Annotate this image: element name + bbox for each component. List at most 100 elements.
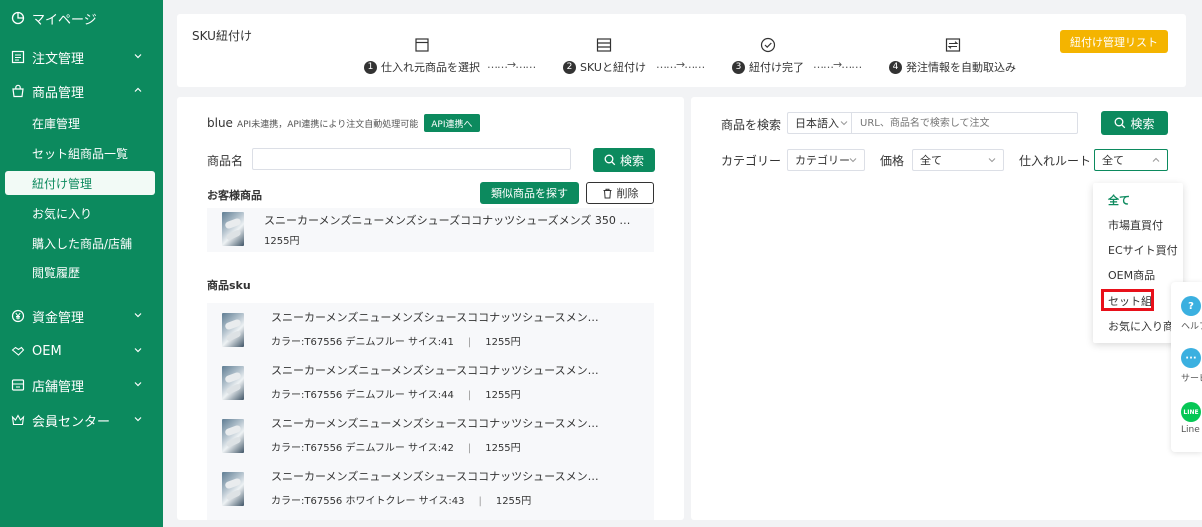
sku-spec-text: カラー:T67556 デニムフルー サイス:44 (271, 390, 454, 401)
left-search-button[interactable]: 検索 (593, 148, 655, 172)
sku-title: スニーカーメンズニューメンズシュースココナッツシュースメン… (271, 417, 599, 430)
sku-title: スニーカーメンズニューメンズシュースココナッツシュースメン… (271, 470, 599, 483)
sub-item-purchased[interactable]: 購入した商品/店舗 (5, 231, 155, 255)
line-tool[interactable]: LINE Line (1181, 402, 1202, 435)
chevron-down-icon (134, 382, 142, 387)
api-note: API未連携，API連携により注文自動処理可能 (236, 119, 419, 130)
api-connect-button[interactable]: API連携へ (424, 114, 480, 132)
customer-product-item[interactable]: スニーカーメンズニューメンズシューズココナッツシューズメンズ 350 … 125… (207, 208, 654, 252)
product-search-panel: 商品を検索 日本語入 検索 カテゴリー カテゴリー 価格 全て 仕入れルート 全… (691, 97, 1202, 520)
right-search-button[interactable]: 検索 (1101, 111, 1168, 135)
handshake-icon (10, 343, 26, 359)
window-icon (415, 38, 429, 52)
sku-spec-text: カラー:T67556 デニムフルー サイス:41 (271, 337, 454, 348)
step-label: 発注情報を自動取込み (906, 61, 1016, 74)
category-select[interactable]: カテゴリー (787, 149, 865, 171)
find-similar-button[interactable]: 類似商品を探す (480, 182, 579, 204)
route-value: 全て (1102, 154, 1124, 167)
delete-button[interactable]: 削除 (586, 182, 654, 204)
sub-item-favorites[interactable]: お気に入り (5, 201, 155, 225)
product-price: 1255円 (264, 236, 300, 247)
language-select[interactable]: 日本語入 (787, 112, 851, 134)
sidebar: マイページ 注文管理 商品管理 在庫管理 セット組商品一覧 紐付け管理 お気に入… (0, 0, 163, 527)
sku-row[interactable]: スニーカーメンズニューメンズシュースココナッツシュースメン… カラー:T6755… (207, 415, 654, 467)
nav-stores[interactable]: 店舗管理 (0, 371, 163, 399)
check-circle-icon (760, 37, 776, 53)
route-option-all[interactable]: 全て (1108, 192, 1130, 208)
help-tool[interactable]: ? ヘルプ (1181, 296, 1202, 332)
sub-item-stock[interactable]: 在庫管理 (5, 111, 155, 135)
steps-card: SKU紐付け 1 仕入れ元商品を選択 ……→…… 2 SKUと紐付け ……→…… 3… (177, 14, 1186, 87)
price-value: 全て (920, 154, 942, 167)
link-management-list-button[interactable]: 紐付け管理リスト (1060, 30, 1168, 53)
sku-row[interactable]: スニーカーメンズニューメンズシュースココナッツシュースメン… カラー:T6755… (207, 362, 654, 414)
sku-price: 1255円 (485, 337, 521, 348)
help-icon: ? (1181, 296, 1201, 316)
chevron-down-icon (134, 417, 142, 422)
route-option-ec[interactable]: ECサイト買付 (1108, 242, 1178, 258)
route-option-favorites[interactable]: お気に入り商 (1108, 318, 1174, 334)
sku-price: 1255円 (495, 496, 532, 507)
sku-row[interactable]: スニーカーメンズニューメンズシュースココナッツシュースメン… カラー:T6755… (207, 309, 654, 361)
sku-row[interactable]: スニーカーメンズニューメンズシュースココナッツシュースメン… カラー:T6755… (207, 468, 654, 520)
trash-icon (603, 188, 611, 198)
line-icon: LINE (1181, 402, 1201, 422)
nav-label: マイページ (32, 12, 97, 28)
store-name: blue (207, 116, 233, 130)
category-value: カテゴリー (795, 154, 850, 167)
route-option-oem[interactable]: OEM商品 (1108, 267, 1155, 283)
price-select[interactable]: 全て (912, 149, 1004, 171)
search-icon (1115, 117, 1126, 129)
sub-item-link-management[interactable]: 紐付け管理 (5, 171, 155, 195)
nav-label: 注文管理 (32, 51, 85, 67)
search-label: 検索 (619, 153, 644, 168)
sub-item-set-products[interactable]: セット組商品一覧 (5, 141, 155, 165)
sub-item-history[interactable]: 閲覧履歴 (5, 260, 155, 284)
sku-thumbnail (222, 313, 244, 347)
product-search-input[interactable] (851, 112, 1078, 134)
nav-oem[interactable]: OEM (0, 337, 163, 365)
crown-icon (10, 412, 26, 428)
highlight-box (1101, 289, 1154, 311)
floating-toolbar: ? ヘルプ ··· サービス LINE Line (1171, 282, 1202, 452)
nav-member-center[interactable]: 会員センター (0, 406, 163, 434)
step-2: 2 SKUと紐付け (563, 36, 646, 76)
chevron-down-icon (849, 158, 857, 163)
language-value: 日本語入 (795, 117, 839, 130)
search-icon (604, 154, 616, 166)
sku-spec: カラー:T67556 デニムフルー サイス:41 | 1255円 (271, 337, 521, 348)
api-status: blue API未連携，API連携により注文自動処理可能 API連携へ (207, 114, 480, 132)
sku-spec: カラー:T67556 デニムフルー サイス:44 | 1255円 (271, 390, 521, 401)
step-label: SKUと紐付け (580, 61, 646, 74)
step-3: 3 紐付け完了 (732, 36, 804, 76)
step-number: 4 (889, 60, 902, 74)
chevron-down-icon (134, 54, 142, 59)
product-name-input[interactable] (252, 148, 571, 170)
service-tool[interactable]: ··· サービス (1181, 348, 1202, 384)
step-1: 1 仕入れ元商品を選択 (364, 36, 480, 76)
step-number: 2 (563, 60, 576, 74)
category-label: カテゴリー (721, 154, 782, 168)
nav-funds[interactable]: 資金管理 (0, 302, 163, 330)
nav-label: 店舗管理 (32, 379, 85, 395)
nav-label: 商品管理 (32, 85, 85, 101)
chevron-down-icon (134, 313, 142, 318)
nav-label: 会員センター (32, 414, 111, 430)
nav-mypage[interactable]: マイページ (0, 4, 163, 32)
search-product-label: 商品を検索 (721, 118, 782, 132)
route-select[interactable]: 全て (1094, 149, 1168, 171)
customer-products-title: お客様商品 (207, 189, 262, 202)
chevron-down-icon (988, 158, 996, 163)
step-4: 4 発注情報を自動取込み (889, 36, 1016, 76)
yen-icon (10, 308, 26, 324)
chevron-down-icon (840, 121, 848, 126)
route-option-market[interactable]: 市場直買付 (1108, 217, 1163, 233)
route-dropdown: 全て 市場直買付 ECサイト買付 OEM商品 セット組 お気に入り商 (1093, 183, 1183, 343)
step-number: 1 (364, 60, 377, 74)
step-arrow: ……→…… (656, 58, 705, 71)
nav-products[interactable]: 商品管理 (0, 77, 163, 105)
nav-orders[interactable]: 注文管理 (0, 43, 163, 71)
sku-thumbnail (222, 472, 244, 506)
delete-label: 削除 (616, 187, 639, 200)
sku-section-title: 商品sku (207, 279, 251, 292)
